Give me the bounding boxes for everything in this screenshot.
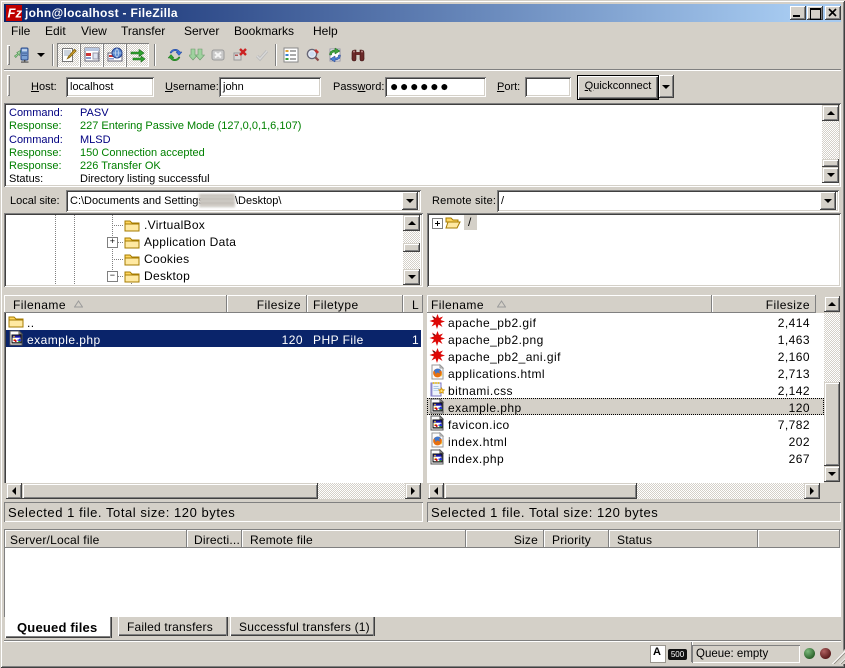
svg-text:Fz: Fz <box>8 6 23 21</box>
